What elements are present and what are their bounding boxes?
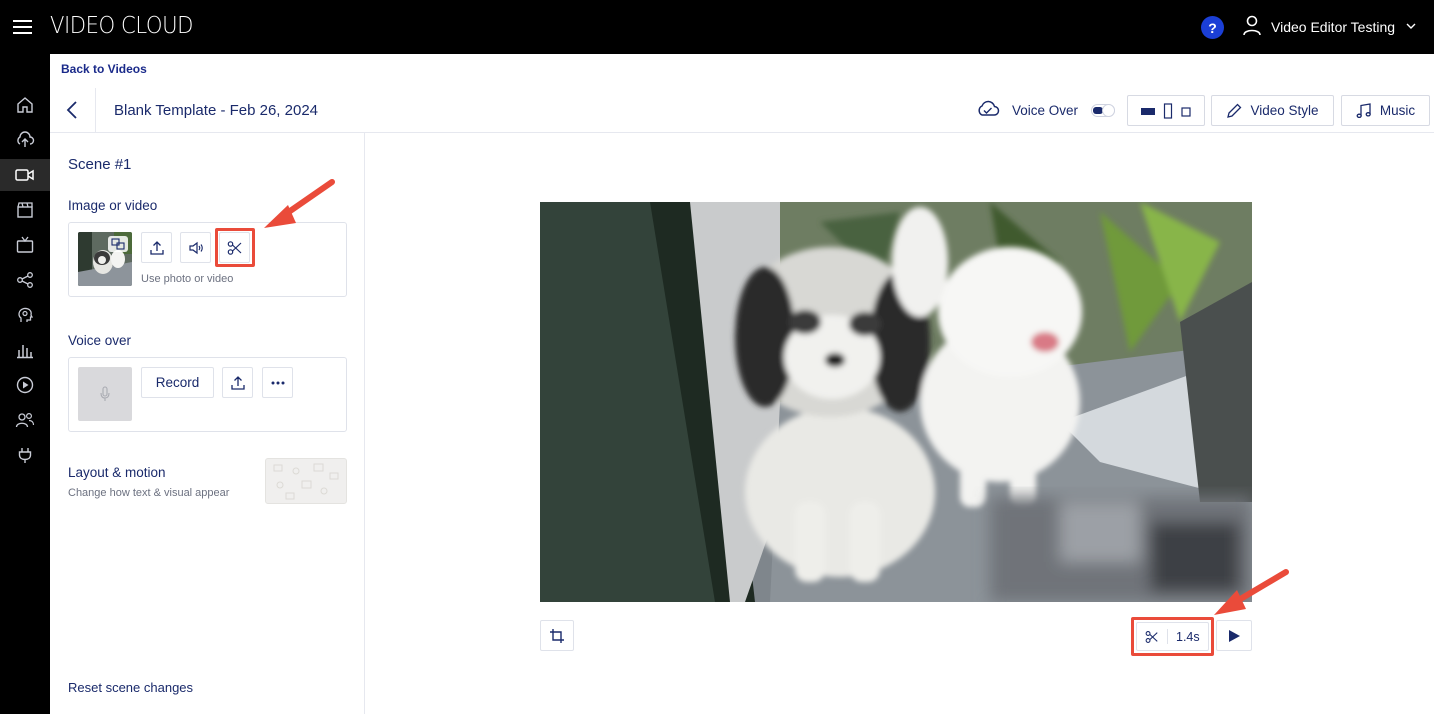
user-menu[interactable]: Video Editor Testing — [1271, 19, 1395, 35]
toggle-knob — [1102, 104, 1115, 117]
upload-arrow-icon — [149, 240, 165, 256]
replace-media-icon[interactable] — [108, 236, 128, 252]
speaker-icon — [188, 240, 204, 256]
ellipsis-icon — [270, 381, 286, 385]
chevron-down-icon[interactable] — [1406, 22, 1416, 30]
editor-title-bar: Blank Template - Feb 26, 2024 Voice Over… — [50, 88, 1434, 133]
music-button[interactable]: Music — [1341, 95, 1430, 126]
upload-arrow-icon — [230, 375, 246, 391]
audio-button[interactable] — [180, 232, 211, 263]
hamburger-menu-icon[interactable] — [12, 17, 34, 37]
upload-media-button[interactable] — [141, 232, 172, 263]
scene-title: Scene #1 — [68, 156, 132, 173]
more-options-button[interactable] — [262, 367, 293, 398]
music-label: Music — [1379, 103, 1416, 118]
user-icon[interactable] — [1242, 15, 1262, 37]
voice-over-label: Voice Over — [1012, 103, 1079, 118]
portrait-ratio-icon[interactable] — [1163, 102, 1173, 119]
image-hint: Use photo or video — [141, 273, 234, 285]
square-ratio-icon[interactable] — [1180, 105, 1192, 117]
microphone-icon — [99, 386, 111, 402]
back-to-videos-link[interactable]: Back to Videos — [61, 62, 147, 76]
clapperboard-icon[interactable] — [0, 194, 50, 226]
home-icon[interactable] — [0, 89, 50, 121]
voice-over-toggle[interactable] — [1091, 104, 1115, 117]
video-style-button[interactable]: Video Style — [1211, 95, 1334, 126]
brand-logo[interactable]: VIDEO CLOUD — [50, 13, 193, 39]
play-icon — [1227, 629, 1241, 643]
plug-icon[interactable] — [0, 439, 50, 471]
play-button[interactable] — [1216, 620, 1252, 651]
upload-icon[interactable] — [0, 124, 50, 156]
video-style-label: Video Style — [1250, 103, 1319, 118]
users-icon[interactable] — [0, 404, 50, 436]
video-camera-icon[interactable] — [0, 159, 50, 191]
top-bar: VIDEO CLOUD ? Video Editor Testing — [0, 0, 1434, 54]
layout-motion-subtitle: Change how text & visual appear — [68, 487, 230, 499]
pen-icon — [1226, 103, 1242, 119]
microphone-placeholder — [78, 367, 132, 421]
layout-motion-title[interactable]: Layout & motion — [68, 465, 166, 480]
head-brain-icon[interactable] — [0, 299, 50, 331]
upload-audio-button[interactable] — [222, 367, 253, 398]
voice-section-label: Voice over — [68, 333, 132, 348]
annotation-arrow — [262, 178, 338, 234]
record-button[interactable]: Record — [141, 367, 214, 398]
back-chevron-icon[interactable] — [66, 101, 78, 119]
project-title: Blank Template - Feb 26, 2024 — [114, 102, 319, 119]
music-note-icon — [1356, 102, 1372, 119]
tv-icon[interactable] — [0, 229, 50, 261]
crop-button[interactable] — [540, 620, 574, 651]
annotation-highlight — [1131, 617, 1214, 656]
voice-over-card: Record — [68, 357, 347, 432]
video-preview[interactable] — [540, 202, 1252, 602]
analytics-icon[interactable] — [0, 334, 50, 366]
annotation-arrow — [1212, 567, 1292, 619]
share-icon[interactable] — [0, 264, 50, 296]
aspect-ratio-selector[interactable] — [1127, 95, 1205, 126]
landscape-ratio-icon[interactable] — [1140, 106, 1156, 116]
help-icon[interactable]: ? — [1201, 16, 1224, 39]
play-circle-icon[interactable] — [0, 369, 50, 401]
annotation-highlight — [215, 228, 255, 267]
layout-preview-thumbnail[interactable] — [265, 458, 347, 504]
reset-scene-link[interactable]: Reset scene changes — [68, 680, 193, 695]
image-section-label: Image or video — [68, 198, 158, 213]
title-divider — [95, 88, 96, 132]
cloud-sync-icon — [976, 99, 1000, 119]
crop-icon — [549, 628, 565, 644]
left-nav — [0, 54, 50, 714]
media-thumbnail[interactable] — [78, 232, 132, 286]
